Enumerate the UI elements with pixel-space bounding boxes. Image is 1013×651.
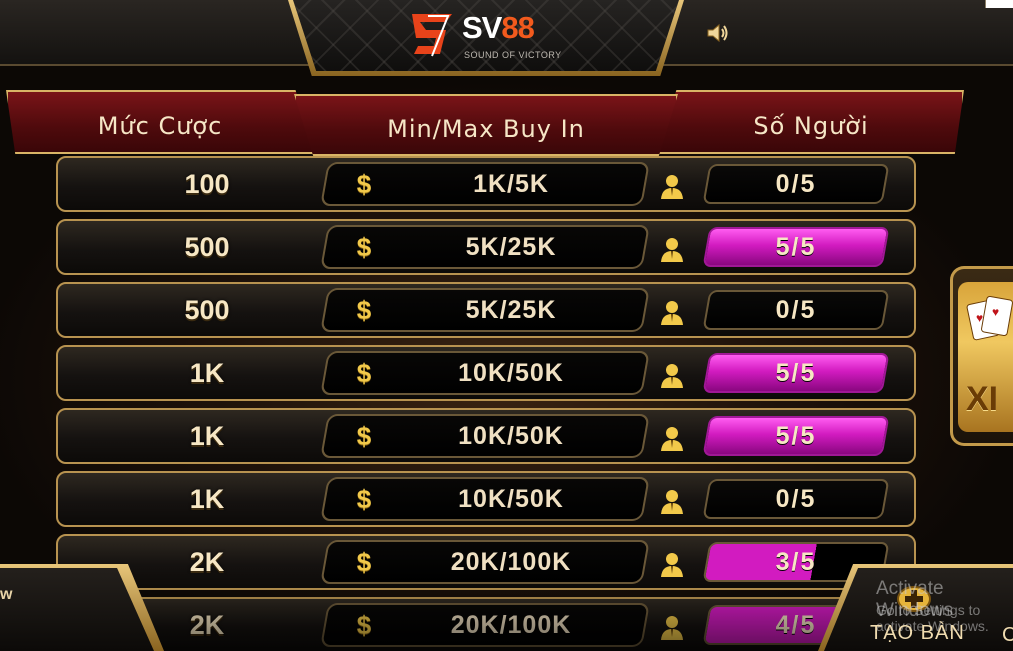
side-game-label: XI [966,380,999,418]
header-bet[interactable]: Mức Cược [6,90,314,154]
dollar-icon: $ [356,483,372,514]
logo-prefix: SV [462,10,502,45]
row-buyin: 20K/100K [450,610,572,639]
window-corner [985,0,1013,8]
dollar-icon: $ [356,609,372,640]
bottom-right-partial-label: C [1002,624,1013,646]
row-buyin: 10K/50K [458,358,564,387]
person-icon [661,553,683,577]
row-players: 5/5 [775,232,817,261]
header-buyin[interactable]: Min/Max Buy In [294,94,678,156]
room-row[interactable]: 1K $ 10K/50K 5/5 [56,345,916,401]
row-bet: 1K [189,357,225,388]
header-buyin-label: Min/Max Buy In [387,115,585,143]
dollar-icon: $ [356,168,372,199]
header-players[interactable]: Số Người [658,90,964,154]
header-players-label: Số Người [753,112,869,140]
row-bet: 500 [184,294,230,325]
dollar-icon: $ [356,231,372,262]
row-players: 0/5 [775,169,817,198]
person-icon [661,616,683,640]
svg-text:♥: ♥ [976,311,983,325]
row-buyin: 5K/25K [465,295,557,324]
row-buyin: 20K/100K [450,547,572,576]
person-icon [661,427,683,451]
room-row[interactable]: 500 $ 5K/25K 5/5 [56,219,916,275]
room-row[interactable]: 1K $ 10K/50K 0/5 [56,471,916,527]
row-buyin: 1K/5K [473,169,549,198]
row-players: 0/5 [775,295,817,324]
person-icon [661,490,683,514]
logo-number: 88 [501,10,534,45]
row-bet: 500 [184,231,230,262]
table-header: Mức Cược Số Người Min/Max Buy In [0,86,1013,156]
row-players: 0/5 [775,484,817,513]
row-bet: 1K [189,420,225,451]
person-icon [661,364,683,388]
room-row[interactable]: 1K $ 10K/50K 5/5 [56,408,916,464]
dollar-icon: $ [356,546,372,577]
row-buyin: 5K/25K [465,232,557,261]
row-buyin: 10K/50K [458,421,564,450]
row-players: 5/5 [775,421,817,450]
room-row[interactable]: 2K $ 20K/100K 4/5 [56,597,916,651]
row-bet: 100 [184,168,230,199]
room-row[interactable]: 2K $ 20K/100K 3/5 [56,534,916,590]
logo-tagline: SOUND OF VICTORY [464,50,562,60]
logo-text: SV88 [462,10,535,46]
room-row[interactable]: 100 $ 1K/5K 0/5 [56,156,916,212]
row-bet: 1K [189,483,225,514]
playing-cards-icon: ♥ ♥ [966,295,1013,341]
person-icon [661,238,683,262]
room-row[interactable]: 500 $ 5K/25K 0/5 [56,282,916,338]
person-icon [661,175,683,199]
speaker-icon[interactable] [706,22,730,44]
svg-text:♥: ♥ [992,305,999,319]
row-players: 5/5 [775,358,817,387]
bottom-left-label: w [0,586,13,603]
header-bet-label: Mức Cược [97,112,223,140]
row-buyin: 10K/50K [458,484,564,513]
create-table-button[interactable]: TẠO BÀN [870,622,965,645]
dollar-icon: $ [356,420,372,451]
person-icon [661,301,683,325]
dollar-icon: $ [356,294,372,325]
dollar-icon: $ [356,357,372,388]
sv88-logo-icon [412,14,452,57]
